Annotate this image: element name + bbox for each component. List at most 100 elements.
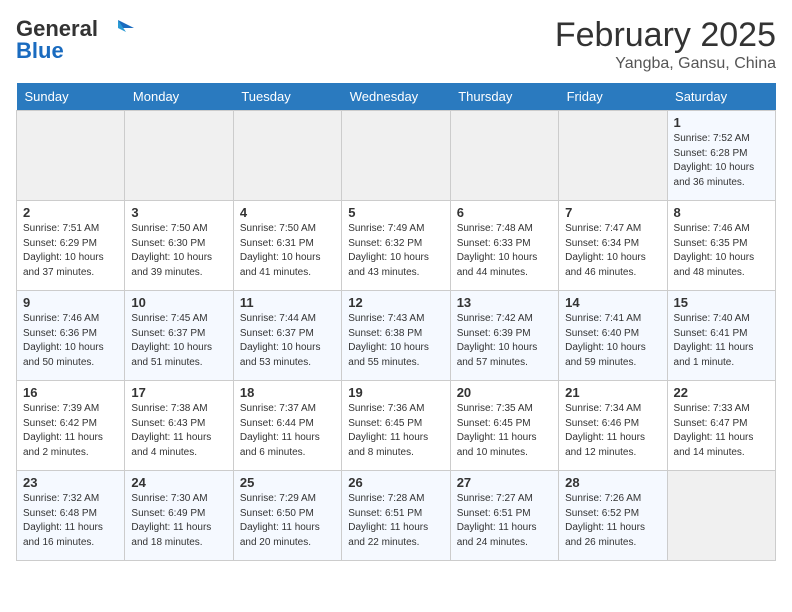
day-number: 16 bbox=[23, 385, 118, 400]
calendar-cell bbox=[17, 111, 125, 201]
calendar-cell: 23Sunrise: 7:32 AM Sunset: 6:48 PM Dayli… bbox=[17, 471, 125, 561]
logo: General Blue bbox=[16, 16, 134, 64]
day-number: 10 bbox=[131, 295, 226, 310]
day-info: Sunrise: 7:41 AM Sunset: 6:40 PM Dayligh… bbox=[565, 312, 660, 370]
day-info: Sunrise: 7:29 AM Sunset: 6:50 PM Dayligh… bbox=[240, 492, 335, 550]
day-number: 12 bbox=[348, 295, 443, 310]
calendar-cell bbox=[125, 111, 233, 201]
column-header-monday: Monday bbox=[125, 83, 233, 111]
calendar-cell bbox=[559, 111, 667, 201]
day-number: 22 bbox=[674, 385, 769, 400]
calendar-week-2: 2 Sunrise: 7:51 AM Sunset: 6:29 PM Daylig… bbox=[17, 201, 776, 291]
logo-blue-text: Blue bbox=[16, 38, 64, 64]
day-info: Sunrise: 7:51 AM Sunset: 6:29 PM Dayligh… bbox=[23, 222, 118, 280]
calendar-cell: 22 Sunrise: 7:33 AM Sunset: 6:47 PM Dayli… bbox=[667, 381, 775, 471]
calendar-cell: 4Sunrise: 7:50 AM Sunset: 6:31 PM Daylig… bbox=[233, 201, 341, 291]
day-number: 1 bbox=[674, 115, 769, 130]
day-info: Sunrise: 7:39 AM Sunset: 6:42 PM Dayligh… bbox=[23, 402, 118, 460]
day-info: Sunrise: 7:37 AM Sunset: 6:44 PM Dayligh… bbox=[240, 402, 335, 460]
calendar-cell bbox=[667, 471, 775, 561]
day-info: Sunrise: 7:47 AM Sunset: 6:34 PM Dayligh… bbox=[565, 222, 660, 280]
day-info: Sunrise: 7:44 AM Sunset: 6:37 PM Dayligh… bbox=[240, 312, 335, 370]
title-block: February 2025 Yangba, Gansu, China bbox=[555, 16, 776, 73]
day-info: Sunrise: 7:33 AM Sunset: 6:47 PM Dayligh… bbox=[674, 402, 769, 460]
day-info: Sunrise: 7:42 AM Sunset: 6:39 PM Dayligh… bbox=[457, 312, 552, 370]
calendar-cell: 5 Sunrise: 7:49 AM Sunset: 6:32 PM Daylig… bbox=[342, 201, 450, 291]
calendar-cell: 10 Sunrise: 7:45 AM Sunset: 6:37 PM Dayli… bbox=[125, 291, 233, 381]
day-number: 13 bbox=[457, 295, 552, 310]
page-header: General Blue February 2025 Yangba, Gansu… bbox=[16, 16, 776, 73]
logo-bird-icon bbox=[102, 18, 134, 40]
day-number: 5 bbox=[348, 205, 443, 220]
day-info: Sunrise: 7:35 AM Sunset: 6:45 PM Dayligh… bbox=[457, 402, 552, 460]
day-number: 7 bbox=[565, 205, 660, 220]
calendar-cell: 21 Sunrise: 7:34 AM Sunset: 6:46 PM Dayli… bbox=[559, 381, 667, 471]
column-header-friday: Friday bbox=[559, 83, 667, 111]
calendar-cell: 8 Sunrise: 7:46 AM Sunset: 6:35 PM Daylig… bbox=[667, 201, 775, 291]
day-info: Sunrise: 7:28 AM Sunset: 6:51 PM Dayligh… bbox=[348, 492, 443, 550]
day-info: Sunrise: 7:26 AM Sunset: 6:52 PM Dayligh… bbox=[565, 492, 660, 550]
calendar-cell: 20 Sunrise: 7:35 AM Sunset: 6:45 PM Dayli… bbox=[450, 381, 558, 471]
day-number: 9 bbox=[23, 295, 118, 310]
day-info: Sunrise: 7:34 AM Sunset: 6:46 PM Dayligh… bbox=[565, 402, 660, 460]
calendar-cell bbox=[233, 111, 341, 201]
day-info: Sunrise: 7:38 AM Sunset: 6:43 PM Dayligh… bbox=[131, 402, 226, 460]
calendar-cell: 7 Sunrise: 7:47 AM Sunset: 6:34 PM Daylig… bbox=[559, 201, 667, 291]
day-number: 3 bbox=[131, 205, 226, 220]
calendar-cell: 18 Sunrise: 7:37 AM Sunset: 6:44 PM Dayli… bbox=[233, 381, 341, 471]
day-info: Sunrise: 7:36 AM Sunset: 6:45 PM Dayligh… bbox=[348, 402, 443, 460]
day-info: Sunrise: 7:46 AM Sunset: 6:36 PM Dayligh… bbox=[23, 312, 118, 370]
day-number: 8 bbox=[674, 205, 769, 220]
calendar-cell: 24 Sunrise: 7:30 AM Sunset: 6:49 PM Dayli… bbox=[125, 471, 233, 561]
calendar-week-3: 9 Sunrise: 7:46 AM Sunset: 6:36 PM Daylig… bbox=[17, 291, 776, 381]
day-number: 18 bbox=[240, 385, 335, 400]
column-header-wednesday: Wednesday bbox=[342, 83, 450, 111]
day-number: 25 bbox=[240, 475, 335, 490]
day-info: Sunrise: 7:40 AM Sunset: 6:41 PM Dayligh… bbox=[674, 312, 769, 370]
calendar-table: SundayMondayTuesdayWednesdayThursdayFrid… bbox=[16, 83, 776, 561]
day-number: 2 bbox=[23, 205, 118, 220]
calendar-cell: 6 Sunrise: 7:48 AM Sunset: 6:33 PM Daylig… bbox=[450, 201, 558, 291]
day-number: 24 bbox=[131, 475, 226, 490]
column-header-sunday: Sunday bbox=[17, 83, 125, 111]
day-number: 4 bbox=[240, 205, 335, 220]
calendar-cell: 13 Sunrise: 7:42 AM Sunset: 6:39 PM Dayli… bbox=[450, 291, 558, 381]
column-header-saturday: Saturday bbox=[667, 83, 775, 111]
day-number: 14 bbox=[565, 295, 660, 310]
calendar-cell: 1Sunrise: 7:52 AM Sunset: 6:28 PM Daylig… bbox=[667, 111, 775, 201]
day-info: Sunrise: 7:30 AM Sunset: 6:49 PM Dayligh… bbox=[131, 492, 226, 550]
calendar-week-1: 1Sunrise: 7:52 AM Sunset: 6:28 PM Daylig… bbox=[17, 111, 776, 201]
day-info: Sunrise: 7:43 AM Sunset: 6:38 PM Dayligh… bbox=[348, 312, 443, 370]
calendar-cell: 2 Sunrise: 7:51 AM Sunset: 6:29 PM Daylig… bbox=[17, 201, 125, 291]
calendar-cell: 11Sunrise: 7:44 AM Sunset: 6:37 PM Dayli… bbox=[233, 291, 341, 381]
day-number: 20 bbox=[457, 385, 552, 400]
day-info: Sunrise: 7:46 AM Sunset: 6:35 PM Dayligh… bbox=[674, 222, 769, 280]
calendar-week-5: 23Sunrise: 7:32 AM Sunset: 6:48 PM Dayli… bbox=[17, 471, 776, 561]
column-header-thursday: Thursday bbox=[450, 83, 558, 111]
calendar-week-4: 16 Sunrise: 7:39 AM Sunset: 6:42 PM Dayli… bbox=[17, 381, 776, 471]
calendar-cell: 15 Sunrise: 7:40 AM Sunset: 6:41 PM Dayli… bbox=[667, 291, 775, 381]
day-info: Sunrise: 7:48 AM Sunset: 6:33 PM Dayligh… bbox=[457, 222, 552, 280]
day-number: 27 bbox=[457, 475, 552, 490]
day-number: 17 bbox=[131, 385, 226, 400]
day-number: 19 bbox=[348, 385, 443, 400]
calendar-cell: 3 Sunrise: 7:50 AM Sunset: 6:30 PM Daylig… bbox=[125, 201, 233, 291]
day-info: Sunrise: 7:32 AM Sunset: 6:48 PM Dayligh… bbox=[23, 492, 118, 550]
day-info: Sunrise: 7:45 AM Sunset: 6:37 PM Dayligh… bbox=[131, 312, 226, 370]
calendar-cell: 9 Sunrise: 7:46 AM Sunset: 6:36 PM Daylig… bbox=[17, 291, 125, 381]
day-number: 21 bbox=[565, 385, 660, 400]
calendar-cell: 28 Sunrise: 7:26 AM Sunset: 6:52 PM Dayli… bbox=[559, 471, 667, 561]
day-info: Sunrise: 7:49 AM Sunset: 6:32 PM Dayligh… bbox=[348, 222, 443, 280]
calendar-cell: 17 Sunrise: 7:38 AM Sunset: 6:43 PM Dayli… bbox=[125, 381, 233, 471]
calendar-cell: 27Sunrise: 7:27 AM Sunset: 6:51 PM Dayli… bbox=[450, 471, 558, 561]
calendar-cell: 19 Sunrise: 7:36 AM Sunset: 6:45 PM Dayli… bbox=[342, 381, 450, 471]
day-number: 6 bbox=[457, 205, 552, 220]
day-number: 28 bbox=[565, 475, 660, 490]
day-number: 15 bbox=[674, 295, 769, 310]
calendar-cell bbox=[342, 111, 450, 201]
month-title: February 2025 bbox=[555, 16, 776, 55]
day-number: 26 bbox=[348, 475, 443, 490]
calendar-header-row: SundayMondayTuesdayWednesdayThursdayFrid… bbox=[17, 83, 776, 111]
calendar-cell: 14 Sunrise: 7:41 AM Sunset: 6:40 PM Dayli… bbox=[559, 291, 667, 381]
day-info: Sunrise: 7:50 AM Sunset: 6:30 PM Dayligh… bbox=[131, 222, 226, 280]
